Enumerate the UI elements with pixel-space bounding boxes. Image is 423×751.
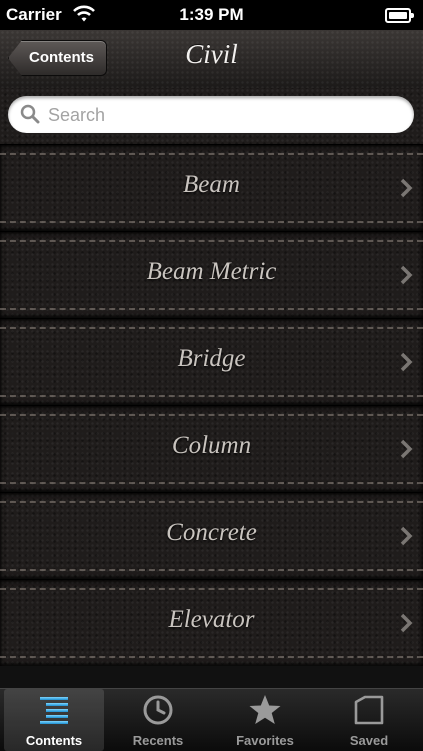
chevron-right-icon [400,613,413,633]
stitch-line [0,153,423,155]
list-item[interactable]: Concrete [0,492,423,579]
navigation-bar: Contents Civil [0,30,423,88]
stitch-line [0,569,423,571]
tab-label: Contents [25,733,83,748]
tab-favorites[interactable]: Favorites [215,689,315,751]
stitch-line [0,482,423,484]
stitch-line [0,414,423,416]
stitch-line [0,501,423,503]
status-bar: Carrier 1:39 PM [0,0,423,30]
list-item[interactable]: Column [0,405,423,492]
battery-icon [385,8,414,23]
tab-label: Saved [349,733,389,748]
list-item-label: Beam Metric [146,258,277,285]
list-item-label: Beam [183,171,240,198]
chevron-right-icon [400,526,413,546]
chevron-right-icon [400,439,413,459]
chevron-right-icon [400,265,413,285]
stitch-line [0,588,423,590]
tab-bar: Contents Recents Favorites Saved [0,688,423,751]
stitch-line [0,395,423,397]
stitch-line [0,240,423,242]
tab-contents[interactable]: Contents [4,689,104,751]
contents-list-icon [40,697,68,724]
list-item-label: Column [171,432,252,459]
clock-time: 1:39 PM [179,5,244,24]
stitch-line [0,221,423,223]
star-icon [249,695,281,724]
folder-icon [354,695,384,725]
chevron-right-icon [400,178,413,198]
tab-saved[interactable]: Saved [319,689,419,751]
tab-label: Favorites [236,733,294,748]
tab-label: Recents [132,733,184,748]
list-item[interactable]: Beam Metric [0,231,423,318]
page-title: Civil [185,39,238,69]
list-item[interactable]: Bridge [0,318,423,405]
stitch-line [0,656,423,658]
search-input[interactable] [46,96,400,135]
list-item-label: Elevator [168,606,255,633]
search-bar [0,88,423,144]
tab-recents[interactable]: Recents [108,689,208,751]
list-item-label: Bridge [177,345,246,372]
chevron-right-icon [400,352,413,372]
list-item-label: Concrete [166,519,257,546]
clock-icon [143,695,173,725]
stitch-line [0,308,423,310]
search-field[interactable] [8,96,414,135]
stitch-line [0,327,423,329]
search-icon [20,104,40,124]
list-item[interactable]: Beam [0,144,423,231]
list-item[interactable]: Elevator [0,579,423,666]
category-list: Beam Beam Metric Bridge Column Concrete … [0,144,423,688]
